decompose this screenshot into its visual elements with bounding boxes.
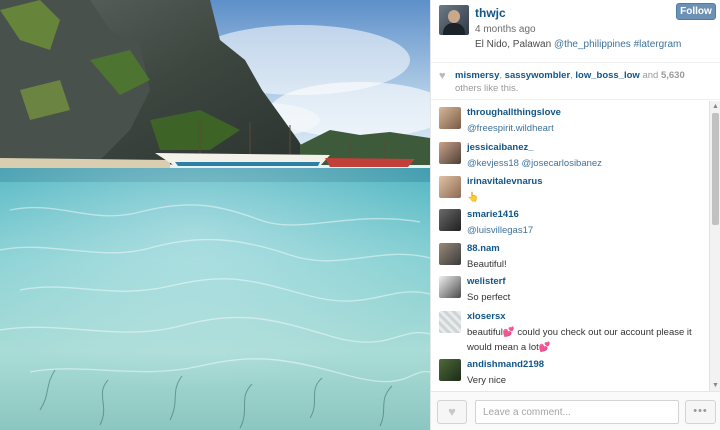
- heart-icon: ♥: [448, 404, 456, 419]
- comment-text: beautiful💕 could you check out our accou…: [467, 327, 692, 353]
- post-photo[interactable]: [0, 0, 430, 430]
- liker-mismersy[interactable]: mismersy: [455, 70, 499, 81]
- post-header: thwjc 4 months ago El Nido, Palawan @the…: [431, 0, 720, 62]
- commenter-avatar[interactable]: [439, 243, 461, 265]
- post-location: El Nido, Palawan @the_philippines #later…: [475, 39, 681, 50]
- like-button[interactable]: ♥: [437, 400, 467, 424]
- commenter-avatar[interactable]: [439, 107, 461, 129]
- liker-sassywombler[interactable]: sassywombler: [505, 70, 570, 81]
- comment-username[interactable]: throughallthingslove: [467, 107, 561, 118]
- comments-list[interactable]: throughallthingslove @freespirit.wildhea…: [431, 101, 709, 391]
- comment-username[interactable]: irinavitalevnarus: [467, 176, 543, 187]
- liker-low-boss-low[interactable]: low_boss_low: [575, 70, 639, 81]
- post-sidebar: thwjc 4 months ago El Nido, Palawan @the…: [430, 0, 720, 430]
- more-options-button[interactable]: •••: [685, 400, 716, 424]
- comment-text: 👆: [467, 192, 479, 203]
- author-avatar[interactable]: [439, 5, 469, 35]
- scroll-up-arrow-icon[interactable]: ▲: [712, 103, 719, 110]
- comments-scrollbar[interactable]: ▲ ▼: [709, 101, 720, 391]
- comment-username[interactable]: jessicaibanez_: [467, 142, 534, 153]
- ellipsis-icon: •••: [693, 405, 708, 417]
- scrollbar-thumb[interactable]: [712, 113, 719, 225]
- comment-username[interactable]: smarie1416: [467, 209, 519, 220]
- author-username[interactable]: thwjc: [475, 6, 506, 20]
- scroll-down-arrow-icon[interactable]: ▼: [712, 382, 719, 389]
- comment-username[interactable]: andishmand2198: [467, 359, 544, 370]
- comment-input[interactable]: [475, 400, 679, 424]
- heart-icon: ♥: [439, 70, 446, 82]
- likes-suffix: others like this.: [455, 83, 519, 94]
- comment-text[interactable]: @freespirit.wildheart: [467, 121, 709, 136]
- comment-username[interactable]: xlosersx: [467, 311, 506, 322]
- location-name: El Nido, Palawan: [475, 39, 554, 50]
- post-viewer: thwjc 4 months ago El Nido, Palawan @the…: [0, 0, 720, 430]
- commenter-avatar[interactable]: [439, 176, 461, 198]
- comment-text: So perfect: [467, 292, 511, 303]
- comment-username[interactable]: welisterf: [467, 276, 506, 287]
- commenter-avatar[interactable]: [439, 276, 461, 298]
- likes-count[interactable]: 5,630: [661, 70, 685, 81]
- post-timestamp[interactable]: 4 months ago: [475, 24, 536, 35]
- likes-summary: ♥ mismersy, sassywombler, low_boss_low a…: [431, 62, 720, 100]
- likes-and: and: [639, 70, 661, 81]
- commenter-avatar[interactable]: [439, 311, 461, 333]
- commenter-avatar[interactable]: [439, 209, 461, 231]
- comment-text: Beautiful!: [467, 259, 507, 270]
- comment-footer: ♥ •••: [431, 391, 720, 430]
- location-tags[interactable]: @the_philippines #latergram: [554, 39, 681, 50]
- commenter-avatar[interactable]: [439, 142, 461, 164]
- commenter-avatar[interactable]: [439, 359, 461, 381]
- comment-text: Very nice: [467, 375, 507, 386]
- lagoon-photo: [0, 0, 430, 430]
- comment-username[interactable]: 88.nam: [467, 243, 500, 254]
- comment-text[interactable]: @kevjess18 @josecarlosibanez: [467, 156, 709, 171]
- follow-button[interactable]: Follow: [676, 3, 716, 20]
- comment-text[interactable]: @luisvillegas17: [467, 223, 709, 238]
